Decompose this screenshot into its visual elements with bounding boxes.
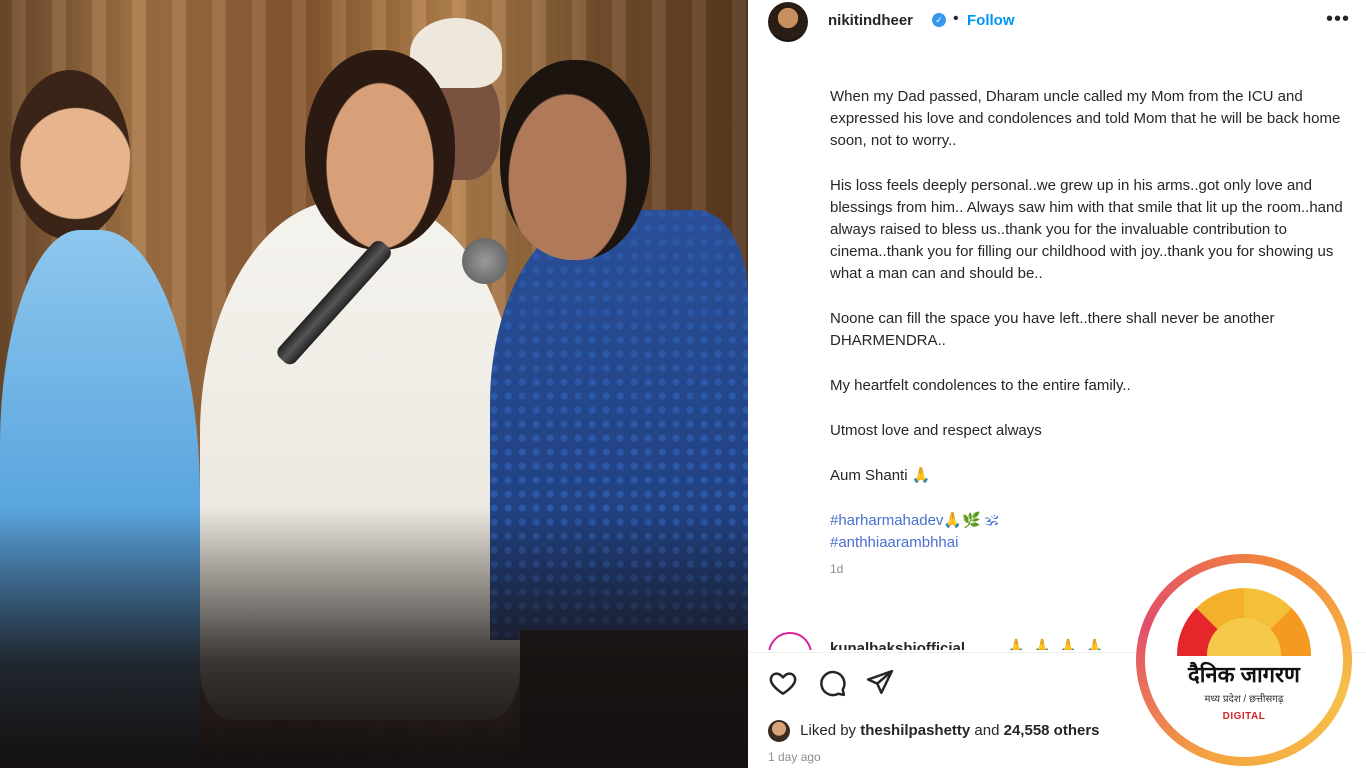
caption-paragraph: My heartfelt condolences to the entire f…: [830, 377, 1131, 394]
caption-paragraph: When my Dad passed, Dharam uncle called …: [830, 88, 1341, 149]
likes-middle: and: [974, 721, 1000, 739]
commenter-username[interactable]: kunalbakshiofficial: [830, 640, 965, 650]
microphone-head: [462, 238, 508, 284]
comment-icon[interactable]: [817, 668, 847, 698]
heart-icon[interactable]: [768, 668, 798, 698]
header-separator: •: [953, 10, 959, 27]
verified-badge-icon: ✓: [932, 13, 946, 27]
photo-shadow: [0, 508, 748, 768]
comment-text: 🙏🙏🙏🙏: [1008, 638, 1113, 650]
hashtag-link[interactable]: #anthhiaarambhhai: [830, 532, 1350, 554]
author-avatar[interactable]: [768, 2, 808, 42]
caption-paragraph: Noone can fill the space you have left..…: [830, 310, 1275, 349]
follow-button[interactable]: Follow: [967, 12, 1015, 29]
caption-paragraph: His loss feels deeply personal..we grew …: [830, 177, 1343, 282]
post-photo[interactable]: [0, 0, 748, 768]
caption-paragraph: Aum Shanti 🙏: [830, 467, 931, 484]
liker-avatar: [768, 720, 790, 742]
likes-summary[interactable]: Liked by theshilpashetty and 24,558 othe…: [768, 720, 1100, 744]
hashtag-list: #harharmahadev🙏🌿 🕉 #anthhiaarambhhai: [830, 510, 1350, 554]
post-timestamp: 1 day ago: [768, 750, 821, 764]
watermark-digital-label: DIGITAL: [1222, 711, 1266, 722]
woman-head: [10, 70, 130, 240]
commenter-avatar[interactable]: [768, 632, 812, 650]
liker-username[interactable]: theshilpashetty: [860, 722, 970, 739]
likes-count[interactable]: 24,558 others: [1004, 722, 1100, 739]
watermark-title: दैनिक जागरण: [1188, 662, 1300, 687]
watermark-inner: दैनिक जागरण मध्य प्रदेश / छत्तीसगढ़ DIGI…: [1145, 563, 1343, 757]
post-header: nikitindheer ✓ • Follow •••: [748, 0, 1366, 42]
dainik-jagran-watermark: दैनिक जागरण मध्य प्रदेश / छत्तीसगढ़ DIGI…: [1136, 554, 1352, 766]
post-caption: When my Dad passed, Dharam uncle called …: [830, 86, 1350, 580]
man-blue-shirt-head: [500, 60, 650, 260]
man-white-kurta-head: [305, 50, 455, 250]
more-options-icon[interactable]: •••: [1326, 8, 1350, 31]
share-icon[interactable]: [865, 668, 895, 698]
hashtag-link[interactable]: #harharmahadev🙏🌿 🕉: [830, 510, 1350, 532]
likes-prefix: Liked by: [800, 721, 857, 739]
author-username[interactable]: nikitindheer: [828, 12, 913, 29]
caption-paragraph: Utmost love and respect always: [830, 422, 1042, 439]
rising-sun-logo: [1177, 588, 1311, 656]
watermark-subtitle: मध्य प्रदेश / छत्तीसगढ़: [1204, 694, 1284, 705]
